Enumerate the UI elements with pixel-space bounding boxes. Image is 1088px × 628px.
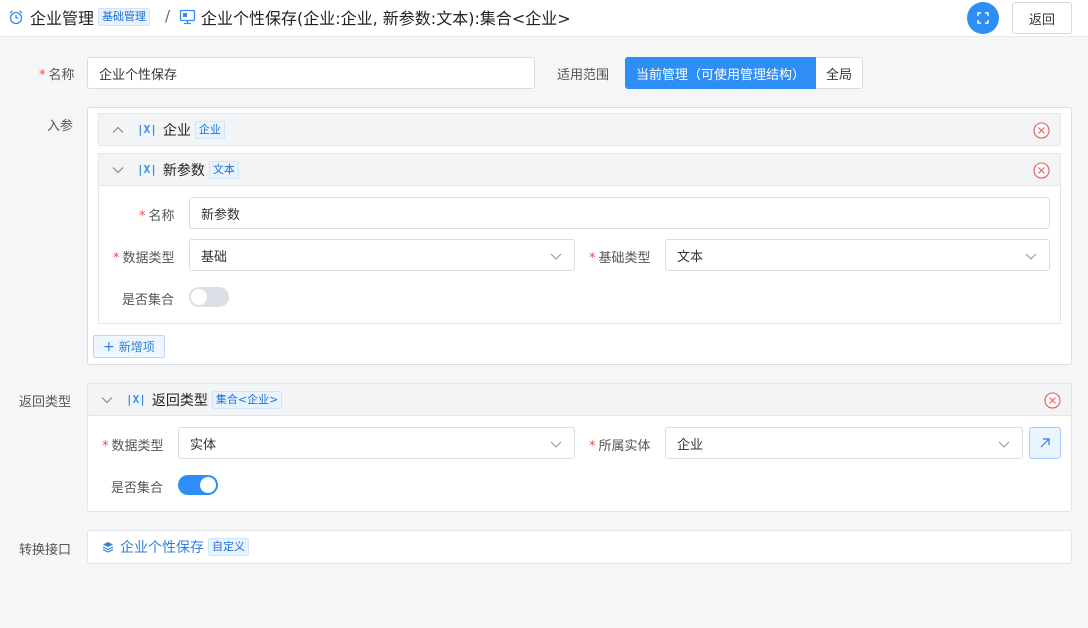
variable-icon: |X| (126, 393, 146, 406)
param-type-tag: 企业 (194, 120, 225, 139)
remove-circle-icon[interactable] (1033, 162, 1050, 179)
return-collection-toggle[interactable] (178, 475, 218, 495)
param-basetype-select[interactable]: 文本 (665, 239, 1050, 271)
return-entity-select[interactable]: 企业 (665, 427, 1023, 459)
chevron-down-icon (550, 441, 562, 448)
convert-label: 转换接口 (19, 543, 72, 558)
return-datatype-select[interactable]: 实体 (178, 427, 575, 459)
page-title: 企业个性保存(企业:企业, 新参数:文本):集合<企业> (201, 9, 571, 28)
param-row-enterprise[interactable]: |X| 企业 企业 (98, 113, 1061, 146)
param-datatype-label: 数据类型 (113, 247, 175, 266)
scope-option-current[interactable]: 当前管理（可使用管理结构） (625, 57, 817, 89)
chevron-down-icon[interactable] (100, 393, 114, 407)
remove-circle-icon[interactable] (1044, 392, 1061, 409)
name-input[interactable]: 企业个性保存 (87, 57, 535, 89)
convert-tag: 自定义 (208, 538, 249, 556)
breadcrumb-module-tag: 基础管理 (98, 8, 151, 26)
param-name-input[interactable]: 新参数 (189, 197, 1050, 229)
param-datatype-value: 基础 (201, 249, 228, 265)
chevron-up-icon[interactable] (111, 123, 125, 137)
chevron-down-icon (998, 441, 1010, 448)
header-bar: 企业管理 基础管理 / 企业个性保存(企业:企业, 新参数:文本):集合<企业>… (0, 0, 1088, 37)
toggle-knob (200, 477, 216, 493)
return-row[interactable]: |X| 返回类型 集合<企业> (87, 383, 1072, 416)
return-name: 返回类型 (151, 392, 208, 409)
toggle-knob (191, 289, 207, 305)
return-datatype-label: 数据类型 (102, 435, 164, 454)
scope-label: 适用范围 (557, 68, 610, 83)
param-name: 企业 (162, 122, 191, 139)
plus-icon: + (103, 338, 115, 355)
param-datatype-select[interactable]: 基础 (189, 239, 575, 271)
convert-name: 企业个性保存 (120, 540, 204, 556)
fullscreen-button[interactable] (967, 2, 999, 34)
variable-icon: |X| (137, 163, 157, 176)
param-row-new[interactable]: |X| 新参数 文本 (98, 153, 1061, 186)
variable-icon: |X| (137, 123, 157, 136)
convert-interface-link[interactable]: 企业个性保存 自定义 (87, 530, 1072, 564)
return-entity-label: 所属实体 (589, 435, 651, 454)
add-item-label: 新增项 (118, 340, 155, 354)
param-collection-toggle[interactable] (189, 287, 229, 307)
param-basetype-label: 基础类型 (589, 247, 651, 266)
scope-segmented: 当前管理（可使用管理结构） 全局 (625, 57, 864, 89)
breadcrumb-current: 企业个性保存(企业:企业, 新参数:文本):集合<企业> (179, 6, 571, 28)
open-entity-button[interactable] (1029, 427, 1061, 459)
chevron-down-icon (1025, 253, 1037, 260)
chevron-down-icon[interactable] (111, 163, 125, 177)
breadcrumb-module[interactable]: 企业管理 基础管理 (8, 6, 151, 28)
param-name: 新参数 (162, 162, 205, 179)
return-entity-value: 企业 (677, 437, 704, 453)
monitor-icon (179, 9, 196, 25)
return-datatype-value: 实体 (190, 437, 217, 453)
name-label: 名称 (39, 64, 75, 83)
scope-option-global[interactable]: 全局 (816, 57, 864, 89)
return-type-tag: 集合<企业> (211, 390, 283, 409)
alarm-clock-icon (9, 10, 23, 25)
layers-icon (102, 542, 114, 553)
fullscreen-icon (977, 12, 989, 24)
breadcrumb-separator: / (165, 7, 171, 25)
param-name-label: 名称 (139, 205, 175, 224)
arrow-up-right-icon (1040, 438, 1050, 448)
return-collection-label: 是否集合 (111, 481, 164, 496)
back-button[interactable]: 返回 (1012, 2, 1072, 34)
remove-circle-icon[interactable] (1033, 122, 1050, 139)
param-basetype-value: 文本 (677, 249, 704, 265)
param-collection-label: 是否集合 (122, 293, 175, 308)
params-label: 入参 (47, 119, 74, 134)
breadcrumb-module-title: 企业管理 (30, 9, 95, 28)
add-item-button[interactable]: + 新增项 (93, 335, 165, 358)
param-type-tag: 文本 (208, 160, 239, 179)
chevron-down-icon (550, 253, 562, 260)
return-label: 返回类型 (19, 395, 72, 410)
